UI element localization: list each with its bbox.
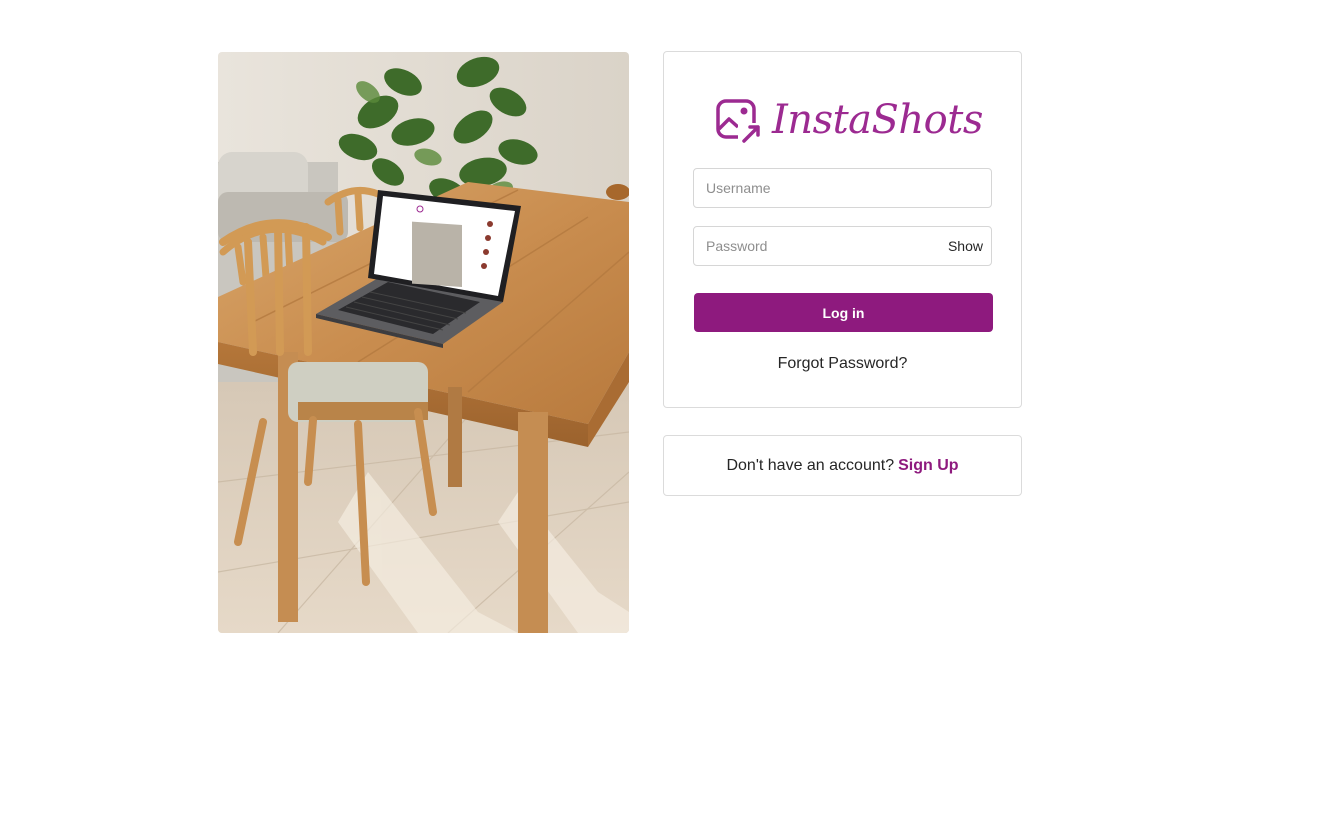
signup-card: Don't have an account? Sign Up bbox=[663, 435, 1022, 496]
signup-link[interactable]: Sign Up bbox=[898, 457, 958, 475]
username-input[interactable] bbox=[694, 169, 991, 207]
signup-prompt: Don't have an account? bbox=[726, 456, 895, 474]
forgot-password-link[interactable]: Forgot Password? bbox=[664, 355, 1021, 373]
brand-name: InstaShots bbox=[772, 97, 983, 143]
username-field bbox=[693, 168, 992, 208]
password-field: Show bbox=[693, 226, 992, 266]
hero-photo bbox=[218, 52, 629, 633]
brand-logo[interactable]: InstaShots bbox=[714, 92, 983, 148]
login-card: InstaShots Show Log in Forgot Password? bbox=[663, 51, 1022, 408]
image-share-icon bbox=[714, 95, 764, 145]
show-password-button[interactable]: Show bbox=[948, 238, 991, 254]
laptop-on-table-photo bbox=[218, 52, 629, 633]
password-input[interactable] bbox=[694, 227, 948, 265]
login-button[interactable]: Log in bbox=[694, 293, 993, 332]
